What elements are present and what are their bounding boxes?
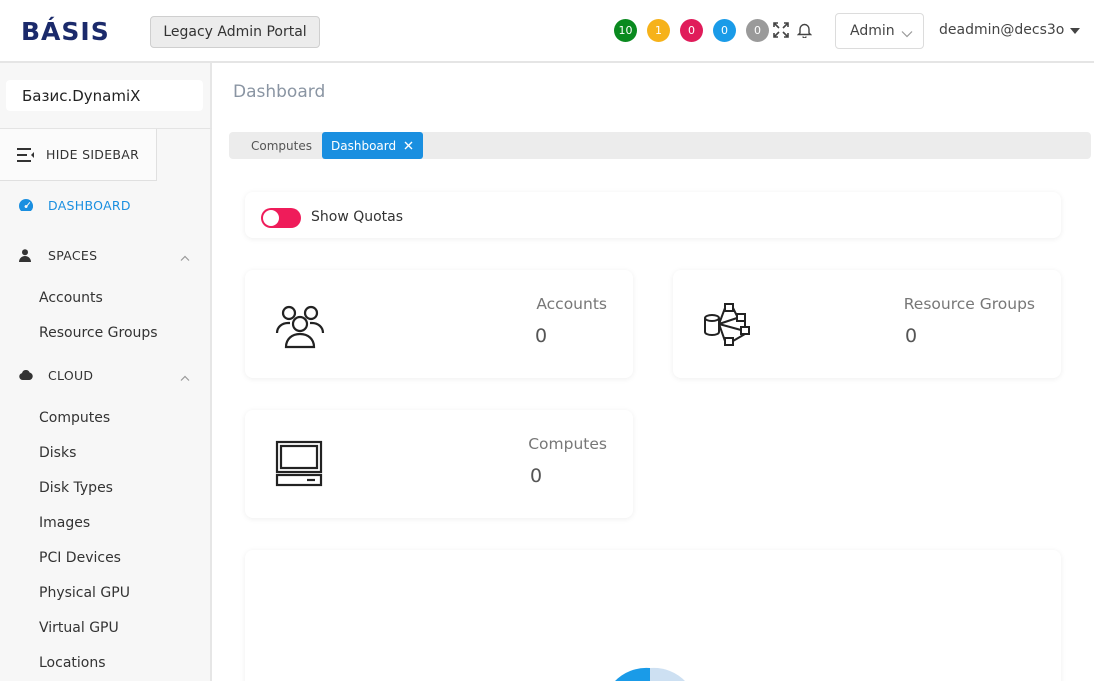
caret-down-icon (1070, 22, 1081, 38)
hide-sidebar-label: HIDE SIDEBAR (46, 147, 140, 162)
sidebar-section-label: SPACES (48, 247, 98, 263)
page-title: Dashboard (233, 82, 326, 102)
stat-label: Computes (528, 435, 607, 453)
chevron-down-icon (901, 26, 913, 42)
sidebar-item-images[interactable]: Images (39, 515, 90, 531)
basis-logo[interactable]: BÁSIS (21, 17, 110, 46)
fullscreen-icon[interactable] (772, 21, 790, 39)
stat-value: 0 (905, 325, 918, 347)
role-select-value: Admin (850, 23, 895, 39)
sidebar-item-resource-groups[interactable]: Resource Groups (39, 325, 158, 341)
laptop-icon (275, 440, 325, 490)
sidebar-section-cloud[interactable]: CLOUD (0, 363, 212, 387)
user-email: deadmin@decs3o (939, 22, 1065, 38)
tab-computes[interactable]: Computes (241, 132, 322, 159)
close-tab-icon[interactable] (404, 141, 413, 150)
status-badges: 10 1 0 0 0 (614, 19, 769, 42)
stat-value: 0 (530, 465, 543, 487)
user-icon (19, 248, 35, 262)
collapse-menu-icon (17, 147, 34, 162)
tabs-bar: Computes Dashboard (229, 132, 1091, 159)
show-quotas-toggle[interactable] (261, 208, 301, 228)
sidebar-item-accounts[interactable]: Accounts (39, 290, 103, 306)
sidebar-item-disks[interactable]: Disks (39, 445, 76, 461)
sidebar-item-physical-gpu[interactable]: Physical GPU (39, 585, 130, 601)
users-group-icon (275, 300, 325, 350)
sidebar-item-label: DASHBOARD (48, 197, 131, 213)
sidebar-item-pci-devices[interactable]: PCI Devices (39, 550, 121, 566)
chevron-up-icon (180, 249, 190, 264)
resource-network-icon (703, 300, 753, 350)
sidebar: Базис.DynamiX HIDE SIDEBAR DASHBOARD SPA… (0, 63, 212, 681)
show-quotas-label: Show Quotas (311, 209, 404, 225)
computes-card[interactable]: Computes 0 (245, 410, 633, 518)
sidebar-section-spaces[interactable]: SPACES (0, 243, 212, 267)
tab-label: Computes (251, 138, 312, 153)
tab-label: Dashboard (331, 138, 397, 153)
stat-label: Resource Groups (903, 295, 1035, 313)
status-badge-yellow[interactable]: 1 (647, 19, 670, 42)
status-badge-blue[interactable]: 0 (713, 19, 736, 42)
status-badge-green[interactable]: 10 (614, 19, 637, 42)
sidebar-item-dashboard[interactable]: DASHBOARD (0, 193, 212, 217)
quota-chart-card (245, 550, 1061, 681)
status-badge-grey[interactable]: 0 (746, 19, 769, 42)
org-selector[interactable]: Базис.DynamiX (6, 80, 203, 111)
pie-chart-partial (615, 667, 685, 681)
role-select[interactable]: Admin (835, 13, 924, 49)
top-header: BÁSIS Legacy Admin Portal 10 1 0 0 0 Adm… (0, 0, 1094, 63)
cloud-icon (19, 370, 35, 380)
resource-groups-card[interactable]: Resource Groups 0 (673, 270, 1061, 378)
legacy-admin-portal-button[interactable]: Legacy Admin Portal (150, 16, 320, 48)
tab-dashboard[interactable]: Dashboard (322, 132, 424, 159)
sidebar-item-computes[interactable]: Computes (39, 410, 110, 426)
stat-value: 0 (535, 325, 548, 347)
chevron-up-icon (180, 369, 190, 384)
status-badge-red[interactable]: 0 (680, 19, 703, 42)
bell-icon[interactable] (795, 21, 813, 39)
dashboard-gauge-icon (19, 199, 35, 211)
sidebar-item-virtual-gpu[interactable]: Virtual GPU (39, 620, 119, 636)
stat-label: Accounts (536, 295, 607, 313)
hide-sidebar-button[interactable]: HIDE SIDEBAR (0, 129, 157, 181)
toggle-knob (263, 210, 279, 226)
sidebar-item-locations[interactable]: Locations (39, 655, 106, 671)
user-menu[interactable]: deadmin@decs3o (939, 22, 1081, 38)
sidebar-item-disk-types[interactable]: Disk Types (39, 480, 113, 496)
quota-card: Show Quotas (245, 192, 1061, 238)
accounts-card[interactable]: Accounts 0 (245, 270, 633, 378)
sidebar-section-label: CLOUD (48, 367, 94, 383)
